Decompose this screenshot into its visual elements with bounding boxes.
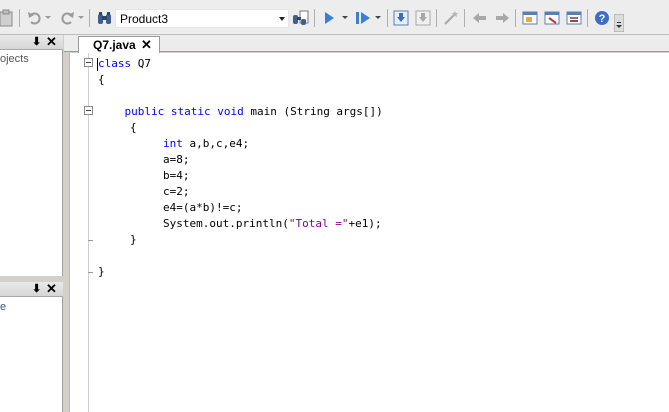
- fold-collapse-icon[interactable]: [84, 58, 93, 67]
- projects-panel-label: ojects: [0, 53, 29, 65]
- toolbar-overflow-icon[interactable]: [614, 14, 624, 32]
- secondary-panel-header: ⬇ ✕: [0, 282, 63, 297]
- code-line: }: [130, 233, 137, 246]
- fold-collapse-icon[interactable]: [84, 106, 93, 115]
- close-icon[interactable]: ✕: [141, 37, 152, 53]
- find-in-files-icon[interactable]: [292, 9, 310, 27]
- run-options-dropdown-arrow[interactable]: [375, 16, 381, 19]
- svg-text:?: ?: [599, 13, 606, 25]
- editor-area: Q7.java ✕ class Q7 { public static void …: [64, 35, 669, 412]
- projects-panel: ⬇ ✕ ojects: [0, 35, 63, 276]
- chevron-down-icon[interactable]: [279, 17, 285, 21]
- toolbar-separator: [436, 9, 437, 27]
- code-line: a=8;: [163, 153, 190, 166]
- magic-wand-icon[interactable]: [442, 9, 460, 27]
- toolbar-separator: [387, 9, 388, 27]
- code-line: {: [98, 73, 105, 86]
- toolbar-separator: [515, 9, 516, 27]
- binoculars-icon[interactable]: [96, 9, 114, 27]
- undo-icon[interactable]: [26, 9, 44, 27]
- toolbar-separator: [314, 9, 315, 27]
- code-line: {: [130, 121, 137, 134]
- secondary-panel-label: e: [0, 301, 7, 313]
- code-line: class Q7: [98, 57, 151, 70]
- help-icon[interactable]: ?: [593, 9, 611, 27]
- run-all-icon[interactable]: [354, 9, 372, 27]
- editor-tabstrip: Q7.java ✕: [64, 35, 669, 53]
- arrow-right-icon[interactable]: [493, 9, 511, 27]
- redo-icon[interactable]: [58, 9, 76, 27]
- code-editor[interactable]: class Q7 { public static void main (Stri…: [69, 53, 669, 412]
- toolbar-separator: [89, 9, 90, 27]
- code-line: int a,b,c,e4;: [163, 137, 250, 150]
- fold-end-marker: [88, 240, 93, 241]
- pin-icon[interactable]: ⬇: [32, 36, 41, 48]
- window-settings-icon[interactable]: [565, 9, 583, 27]
- tab-q7-java[interactable]: Q7.java ✕: [78, 36, 160, 53]
- code-line: System.out.println("Total ="+e1);: [163, 217, 382, 230]
- window-icon[interactable]: [521, 9, 539, 27]
- code-line: }: [98, 265, 105, 278]
- projects-panel-header: ⬇ ✕: [0, 35, 63, 50]
- undo-dropdown-arrow[interactable]: [45, 16, 51, 19]
- code-line: c=2;: [163, 185, 190, 198]
- code-line: public static void main (String args[]): [124, 105, 383, 118]
- secondary-panel: ⬇ ✕ e: [0, 282, 63, 412]
- run-dropdown-arrow[interactable]: [342, 16, 348, 19]
- tab-label: Q7.java: [93, 38, 136, 52]
- code-line: e4=(a*b)!=c;: [163, 201, 243, 214]
- paste-icon[interactable]: [0, 9, 14, 27]
- main-toolbar: Product3 ?: [0, 0, 669, 35]
- arrow-left-icon[interactable]: [471, 9, 489, 27]
- pin-icon[interactable]: ⬇: [32, 283, 41, 295]
- project-selector-value: Product3: [120, 12, 169, 26]
- download-disabled-icon[interactable]: [414, 9, 432, 27]
- toolbar-separator: [19, 9, 20, 27]
- redo-dropdown-arrow[interactable]: [78, 16, 84, 19]
- project-selector[interactable]: Product3: [115, 9, 289, 28]
- close-icon[interactable]: ✕: [46, 35, 57, 49]
- fold-end-marker: [88, 272, 93, 273]
- run-icon[interactable]: [320, 9, 338, 27]
- code-line: b=4;: [163, 169, 190, 182]
- window-edit-icon[interactable]: [543, 9, 561, 27]
- download-icon[interactable]: [392, 9, 410, 27]
- close-icon[interactable]: ✕: [46, 282, 57, 296]
- toolbar-separator: [587, 9, 588, 27]
- toolbar-separator: [464, 9, 465, 27]
